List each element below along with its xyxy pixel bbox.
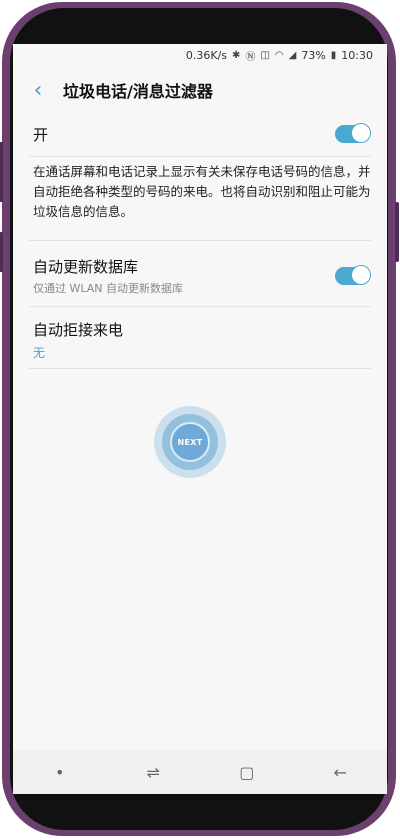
auto-reject-label: 自动拒接来电 <box>33 321 124 339</box>
auto-update-text: 自动更新数据库 仅通过 WLAN 自动更新数据库 <box>33 256 183 296</box>
next-button[interactable]: NEXT <box>154 406 226 478</box>
toggle-knob <box>351 123 371 143</box>
auto-reject-value: 无 <box>33 346 46 360</box>
battery-percent: 73% <box>301 48 326 62</box>
main-switch-toggle[interactable] <box>335 123 371 143</box>
back-button[interactable]: ‹ <box>13 70 63 110</box>
nfc-icon: Ⓝ <box>245 51 256 63</box>
wifi-icon: ◠ <box>274 49 284 61</box>
status-bar: 0.36K/s ✱ Ⓝ ◫ ◠ ◢ 73% ▮ 10:30 <box>13 44 387 66</box>
back-arrow-icon[interactable]: ← <box>320 752 360 792</box>
auto-update-sub: 仅通过 WLAN 自动更新数据库 <box>33 282 184 295</box>
screen: 0.36K/s ✱ Ⓝ ◫ ◠ ◢ 73% ▮ 10:30 ‹ 垃圾电话/消息过… <box>13 44 387 794</box>
auto-reject-row[interactable]: 自动拒接来电 无 <box>33 314 369 366</box>
network-speed: 0.36K/s <box>185 48 228 62</box>
nav-dot-icon[interactable]: • <box>40 752 80 792</box>
page-title: 垃圾电话/消息过滤器 <box>63 82 213 101</box>
auto-update-toggle[interactable] <box>335 265 371 285</box>
recents-icon[interactable]: ⇌ <box>133 752 173 792</box>
next-button-ring: NEXT <box>162 414 218 470</box>
vibrate-icon: ◫ <box>260 49 270 61</box>
volume-button <box>0 142 3 202</box>
next-button-core: NEXT <box>170 422 210 462</box>
divider <box>29 156 371 157</box>
main-switch-label: 开 <box>33 125 49 144</box>
divider <box>29 306 371 307</box>
main-switch-row[interactable]: 开 <box>33 116 371 152</box>
app-bar: ‹ 垃圾电话/消息过滤器 <box>13 70 387 110</box>
battery-icon: ▮ <box>330 49 337 61</box>
auto-update-label: 自动更新数据库 <box>33 258 139 276</box>
home-icon[interactable]: ▢ <box>227 752 267 792</box>
power-button <box>395 202 399 262</box>
signal-icon: ◢ <box>288 49 297 61</box>
auto-update-row[interactable]: 自动更新数据库 仅通过 WLAN 自动更新数据库 <box>33 250 371 302</box>
description-text: 在通话屏幕和电话记录上显示有关未保存电话号码的信息，并自动拒绝各种类型的号码的来… <box>33 164 371 219</box>
auto-reject-text: 自动拒接来电 无 <box>33 319 123 361</box>
bixby-button <box>0 232 3 272</box>
navigation-bar: • ⇌ ▢ ← <box>13 750 387 794</box>
chevron-left-icon: ‹ <box>33 77 43 103</box>
toggle-knob <box>351 265 371 285</box>
clock: 10:30 <box>341 48 373 62</box>
divider <box>29 368 371 369</box>
divider <box>29 240 371 241</box>
bluetooth-icon: ✱ <box>232 49 241 61</box>
